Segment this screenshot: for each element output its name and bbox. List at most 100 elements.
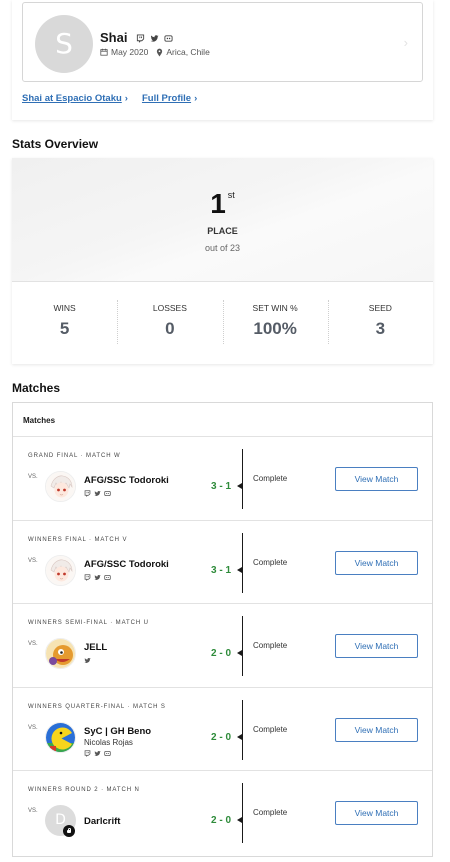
twitch-icon[interactable] <box>136 34 145 43</box>
opponent-tag: Todoroki <box>128 475 169 486</box>
twitter-icon[interactable] <box>150 34 159 43</box>
place-label: PLACE <box>207 226 238 236</box>
match-round-label: WINNERS SEMI-FINAL · MATCH U <box>28 620 149 626</box>
opponent-tag: Todoroki <box>128 558 169 570</box>
result-arrow-icon <box>237 566 242 573</box>
match-score: 2 - 0 <box>211 815 232 826</box>
vs-label: VS. <box>28 474 38 480</box>
opponent-tag: Beno <box>127 725 152 737</box>
stat-label: SEED <box>368 303 392 313</box>
match-round-label: GRAND FINAL · MATCH W <box>28 453 121 459</box>
discord-icon[interactable] <box>104 574 111 581</box>
view-match-button[interactable]: View Match <box>335 634 418 658</box>
cartoon-avatar-image <box>46 639 75 668</box>
stat-value: 100% <box>253 319 297 338</box>
anime-avatar-image <box>46 555 75 585</box>
opponent-team-prefix: SyC | GH <box>84 725 125 737</box>
match-round-label: WINNERS FINAL · MATCH V <box>28 536 128 543</box>
location-pin-icon <box>157 48 163 56</box>
twitter-icon[interactable] <box>94 490 101 497</box>
rank-suffix: st <box>227 190 235 200</box>
chevron-right-icon[interactable]: › <box>404 35 408 50</box>
discord-icon[interactable] <box>104 490 111 497</box>
view-match-button[interactable]: View Match <box>335 801 418 825</box>
twitter-icon[interactable] <box>84 657 91 664</box>
placement-rank: 1st <box>12 188 433 220</box>
twitch-icon[interactable] <box>84 573 91 581</box>
match-score: 3 - 1 <box>211 481 232 492</box>
twitch-icon[interactable] <box>84 749 91 757</box>
profile-name: Shai <box>100 30 128 45</box>
result-arrow-icon <box>237 650 242 656</box>
opponent-social-links <box>84 657 91 664</box>
anime-avatar-image <box>46 472 75 501</box>
view-match-button[interactable]: View Match <box>335 717 418 742</box>
chevron-right-icon: › <box>124 93 128 104</box>
opponent-name[interactable]: AFG/SSC Todoroki <box>84 559 169 570</box>
full-profile-link[interactable]: Full Profile › <box>142 93 197 104</box>
match-status: Complete <box>253 474 288 483</box>
view-match-button[interactable]: View Match <box>335 467 418 491</box>
opponent-name[interactable]: SyC | GH Beno <box>84 726 151 737</box>
result-arrow-icon <box>237 483 242 489</box>
matches-card: Matches GRAND FINAL · MATCH W VS. AFG/SS… <box>12 402 433 857</box>
opponent-name[interactable]: AFG/SSC Todoroki <box>84 475 169 486</box>
opponent-avatar[interactable] <box>45 721 76 753</box>
event-profile-link-label[interactable]: Shai at Espacio Otaku <box>22 93 122 104</box>
opponent-social-links <box>84 490 111 497</box>
match-divider <box>242 616 243 676</box>
opponent-tag: Darlcrift <box>84 816 121 827</box>
placement-panel: 1st PLACE out of 23 <box>12 158 433 282</box>
profile-location: Arica, Chile <box>166 47 210 57</box>
opponent-avatar[interactable] <box>45 471 76 502</box>
match-row: WINNERS ROUND 2 · MATCH N VS. D Darlcrif… <box>13 771 432 855</box>
opponent-tag: JELL <box>84 642 108 653</box>
vs-label: VS. <box>28 641 38 647</box>
match-row: WINNERS FINAL · MATCH V VS. AFG/SSC Todo… <box>13 521 432 604</box>
match-status: Complete <box>253 641 288 650</box>
opponent-real-name: Nicolas Rojas <box>84 737 133 747</box>
full-profile-link-label[interactable]: Full Profile <box>142 93 191 104</box>
profile-section: S Shai May 2020 Arica, Chile › Shai at E… <box>12 0 433 120</box>
matches-card-header: Matches <box>13 403 432 437</box>
stat-label: LOSSES <box>152 303 187 313</box>
opponent-team-prefix: AFG/SSC <box>84 475 127 486</box>
match-status: Complete <box>253 724 288 734</box>
stats-section-title: Stats Overview <box>12 137 99 151</box>
chevron-right-icon: › <box>194 93 198 104</box>
profile-social-links <box>136 34 173 43</box>
opponent-avatar[interactable] <box>45 554 76 586</box>
pacman-avatar-image <box>46 722 75 752</box>
stat-label: SET WIN % <box>252 303 298 313</box>
stat-set-win-percent: SET WIN % 100% <box>222 282 328 364</box>
calendar-icon <box>100 48 108 56</box>
match-round-label: WINNERS ROUND 2 · MATCH N <box>28 787 140 793</box>
opponent-name[interactable]: JELL <box>84 642 107 653</box>
match-row: GRAND FINAL · MATCH W VS. AFG/SSC Todoro… <box>13 437 432 521</box>
stat-seed: SEED 3 <box>327 282 433 364</box>
match-divider <box>242 532 243 593</box>
twitch-icon[interactable] <box>84 490 91 497</box>
result-arrow-icon <box>237 817 242 823</box>
twitter-icon[interactable] <box>94 750 101 757</box>
matches-section-title: Matches <box>12 381 61 395</box>
stat-losses: LOSSES 0 <box>117 282 222 364</box>
discord-icon[interactable] <box>164 34 173 43</box>
view-match-button[interactable]: View Match <box>335 550 418 575</box>
match-divider <box>242 783 243 843</box>
opponent-name[interactable]: Darlcrift <box>84 816 120 827</box>
twitter-icon[interactable] <box>94 574 101 581</box>
event-profile-link[interactable]: Shai at Espacio Otaku › <box>22 93 128 104</box>
profile-card[interactable]: S Shai May 2020 Arica, Chile › <box>22 2 423 82</box>
match-round-label: WINNERS QUARTER-FINAL · MATCH S <box>28 703 166 710</box>
opponent-avatar[interactable] <box>45 638 76 669</box>
match-status: Complete <box>253 808 288 817</box>
stat-value: 3 <box>375 319 386 338</box>
result-arrow-icon <box>237 733 242 740</box>
match-divider <box>242 449 243 509</box>
stat-columns: WINS 5 LOSSES 0 SET WIN % 100% SEED 3 <box>12 282 433 364</box>
match-row: WINNERS SEMI-FINAL · MATCH U VS. JELL 2 … <box>13 604 432 688</box>
discord-icon[interactable] <box>104 750 111 757</box>
profile-joined: May 2020 <box>111 47 149 57</box>
match-status: Complete <box>253 557 288 567</box>
